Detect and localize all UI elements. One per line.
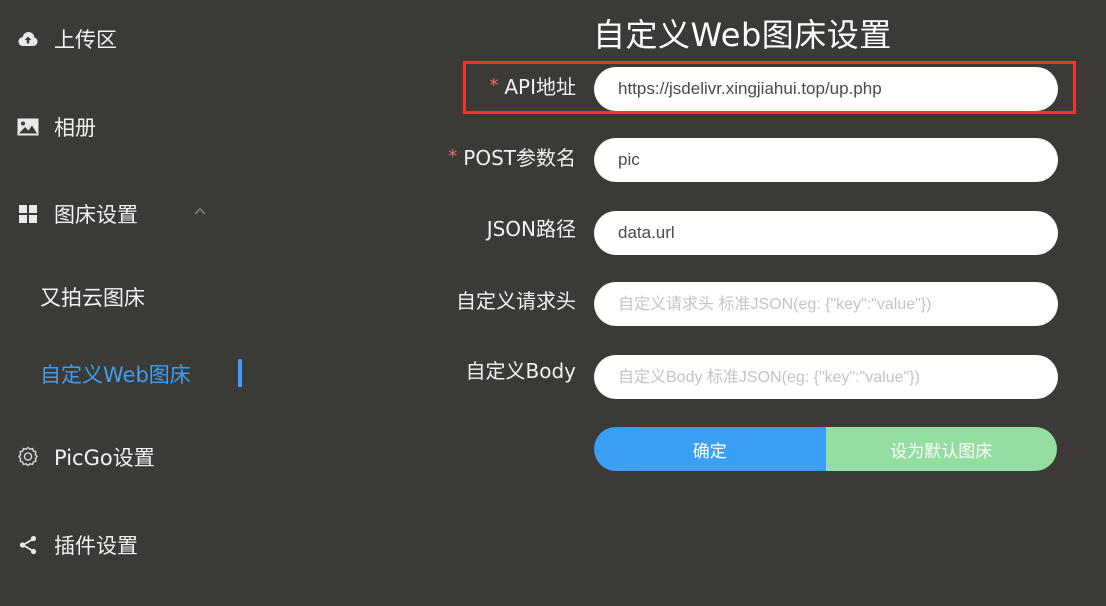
field-label-text: POST参数名 (463, 145, 576, 170)
sidebar-item-picbed-settings[interactable]: 图床设置 (0, 194, 138, 234)
sidebar-item-upload[interactable]: 上传区 (0, 19, 117, 59)
json-path-label: JSON路径 (487, 207, 576, 247)
app-window: 上传区 相册 图床设置 又拍云图床 自定义Web图床 PicGo设置 插件设置 … (0, 0, 1106, 606)
cloud-upload-icon (16, 27, 40, 51)
form-row-custom-body: 自定义Body (300, 355, 1106, 403)
sidebar-item-album[interactable]: 相册 (0, 107, 96, 147)
grid-icon (16, 202, 40, 226)
set-default-button[interactable]: 设为默认图床 (825, 427, 1057, 471)
sidebar-item-picgo-settings[interactable]: PicGo设置 (0, 437, 155, 477)
required-mark: * (489, 74, 499, 96)
form-row-post-param: * POST参数名 (300, 138, 1106, 186)
sidebar-item-label: 插件设置 (54, 534, 138, 558)
share-icon (16, 533, 40, 557)
api-url-label: * API地址 (489, 65, 576, 105)
field-label-text: API地址 (504, 74, 576, 99)
post-param-input[interactable] (594, 138, 1058, 182)
custom-header-input[interactable] (594, 282, 1058, 326)
field-label-text: 自定义请求头 (456, 288, 576, 313)
sidebar-item-label: 上传区 (54, 28, 117, 52)
form-row-json-path: JSON路径 (300, 211, 1106, 259)
confirm-button[interactable]: 确定 (594, 427, 826, 471)
custom-header-label: 自定义请求头 (456, 279, 576, 319)
field-label-text: 自定义Body (465, 358, 577, 383)
sidebar-item-upyun[interactable]: 又拍云图床 (40, 277, 145, 317)
picture-icon (16, 115, 40, 139)
chevron-up-icon[interactable] (193, 201, 207, 220)
sidebar: 上传区 相册 图床设置 又拍云图床 自定义Web图床 PicGo设置 插件设置 (0, 0, 300, 606)
sidebar-item-custom-web[interactable]: 自定义Web图床 (40, 354, 191, 394)
sidebar-item-label: PicGo设置 (54, 446, 155, 470)
action-button-group: 确定 设为默认图床 (594, 427, 1057, 471)
field-label-text: JSON路径 (486, 216, 576, 241)
active-indicator (238, 359, 242, 387)
custom-body-input[interactable] (594, 355, 1058, 399)
sidebar-item-plugin-settings[interactable]: 插件设置 (0, 525, 138, 565)
gear-icon (16, 445, 40, 469)
sidebar-item-label: 相册 (54, 116, 96, 140)
post-param-label: * POST参数名 (448, 136, 576, 176)
sidebar-item-label: 自定义Web图床 (40, 363, 191, 387)
form-row-custom-header: 自定义请求头 (300, 282, 1106, 330)
form-row-api-url: * API地址 (300, 67, 1106, 115)
sidebar-item-label: 又拍云图床 (40, 286, 145, 310)
page-title: 自定义Web图床设置 (593, 16, 892, 54)
json-path-input[interactable] (594, 211, 1058, 255)
required-mark: * (448, 145, 458, 167)
api-url-input[interactable] (594, 67, 1058, 111)
custom-body-label: 自定义Body (466, 349, 577, 389)
sidebar-item-label: 图床设置 (54, 203, 138, 227)
